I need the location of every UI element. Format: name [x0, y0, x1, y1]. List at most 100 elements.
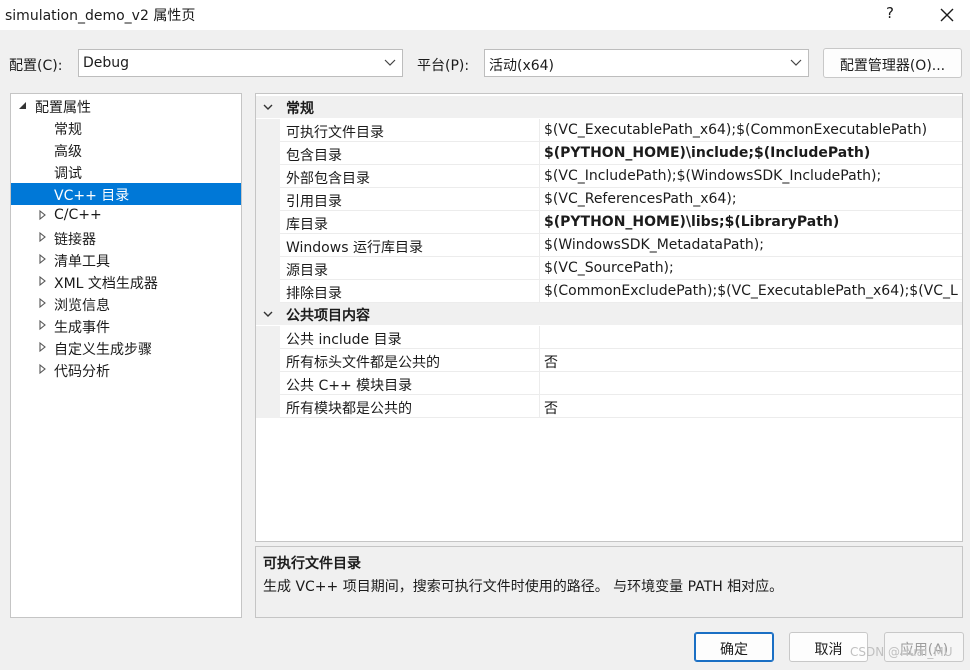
config-manager-button[interactable]: 配置管理器(O)...	[823, 48, 962, 78]
collapsed-triangle-icon[interactable]	[38, 275, 48, 287]
property-row[interactable]: 外部包含目录 $(VC_IncludePath);$(WindowsSDK_Inc…	[256, 165, 962, 188]
row-gutter	[256, 119, 280, 142]
tree-item-label: 高级	[54, 144, 82, 160]
property-value[interactable]: $(VC_ReferencesPath_x64);	[544, 191, 962, 207]
config-dropdown[interactable]: Debug	[78, 49, 403, 77]
property-value[interactable]: 否	[544, 398, 962, 418]
property-row[interactable]: 公共 include 目录	[256, 326, 962, 349]
column-separator	[539, 257, 540, 280]
property-row[interactable]: 所有模块都是公共的 否	[256, 395, 962, 418]
property-value[interactable]: $(WindowsSDK_MetadataPath);	[544, 237, 962, 253]
property-row[interactable]: 所有标头文件都是公共的 否	[256, 349, 962, 372]
property-row[interactable]: 源目录 $(VC_SourcePath);	[256, 257, 962, 280]
property-name: 源目录	[286, 263, 328, 279]
property-name: 所有模块都是公共的	[286, 401, 412, 417]
tree-item[interactable]: 生成事件	[11, 315, 241, 337]
column-separator	[539, 395, 540, 418]
tree-item[interactable]: 自定义生成步骤	[11, 337, 241, 359]
property-row[interactable]: Windows 运行库目录 $(WindowsSDK_MetadataPath);	[256, 234, 962, 257]
tree-item-label: 自定义生成步骤	[54, 342, 152, 358]
collapsed-triangle-icon[interactable]	[38, 319, 48, 331]
property-grid: 常规可执行文件目录 $(VC_ExecutablePath_x64);$(Comm…	[255, 93, 963, 542]
property-value[interactable]: $(PYTHON_HOME)\include;$(IncludePath)	[544, 145, 962, 161]
tree-item-label: 调试	[54, 166, 82, 182]
expanded-triangle-icon[interactable]	[18, 99, 28, 111]
column-separator	[539, 349, 540, 372]
property-row[interactable]: 包含目录 $(PYTHON_HOME)\include;$(IncludePath…	[256, 142, 962, 165]
tree-item[interactable]: 配置属性	[11, 95, 241, 117]
property-value[interactable]: $(VC_IncludePath);$(WindowsSDK_IncludePa…	[544, 168, 962, 184]
platform-label: 平台(P):	[417, 58, 470, 74]
tree-item-label: 生成事件	[54, 320, 110, 336]
property-row[interactable]: 可执行文件目录 $(VC_ExecutablePath_x64);$(Common…	[256, 119, 962, 142]
grid-category-label: 常规	[286, 101, 314, 117]
property-name: 库目录	[286, 217, 328, 233]
description-text: 生成 VC++ 项目期间，搜索可执行文件时使用的路径。 与环境变量 PATH 相…	[263, 579, 784, 595]
property-value[interactable]: $(CommonExcludePath);$(VC_ExecutablePath…	[544, 283, 962, 299]
description-pane: 可执行文件目录 生成 VC++ 项目期间，搜索可执行文件时使用的路径。 与环境变…	[255, 546, 963, 618]
collapsed-triangle-icon[interactable]	[38, 297, 48, 309]
row-gutter	[256, 165, 280, 188]
tree-item[interactable]: 清单工具	[11, 249, 241, 271]
tree-item-label: 浏览信息	[54, 298, 110, 314]
help-button[interactable]: ?	[880, 4, 900, 26]
chevron-down-icon	[384, 59, 396, 66]
tree-item[interactable]: C/C++	[11, 205, 241, 227]
tree-item[interactable]: XML 文档生成器	[11, 271, 241, 293]
grid-category[interactable]: 公共项目内容	[256, 303, 962, 325]
tree-item-label: 代码分析	[54, 364, 110, 380]
property-name: 排除目录	[286, 286, 342, 302]
description-title: 可执行文件目录	[263, 556, 361, 572]
chevron-down-icon[interactable]	[263, 102, 273, 112]
property-name: 包含目录	[286, 148, 342, 164]
chevron-down-icon[interactable]	[263, 309, 273, 319]
close-button[interactable]	[934, 2, 960, 28]
tree-item[interactable]: 浏览信息	[11, 293, 241, 315]
tree-item-label: XML 文档生成器	[54, 276, 158, 292]
row-gutter	[256, 326, 280, 349]
tree-item[interactable]: 调试	[11, 161, 241, 183]
column-separator	[539, 211, 540, 234]
row-gutter	[256, 234, 280, 257]
property-name: 可执行文件目录	[286, 125, 384, 141]
tree-item[interactable]: 链接器	[11, 227, 241, 249]
ok-button[interactable]: 确定	[694, 632, 774, 662]
property-row[interactable]: 库目录 $(PYTHON_HOME)\libs;$(LibraryPath)	[256, 211, 962, 234]
column-separator	[539, 119, 540, 142]
tree-item-label: 常规	[54, 122, 82, 138]
collapsed-triangle-icon[interactable]	[38, 341, 48, 353]
collapsed-triangle-icon[interactable]	[38, 363, 48, 375]
property-value[interactable]: 否	[544, 352, 962, 372]
tree-item-label: 配置属性	[35, 100, 91, 116]
property-value[interactable]: $(VC_ExecutablePath_x64);$(CommonExecuta…	[544, 122, 962, 138]
collapsed-triangle-icon[interactable]	[38, 231, 48, 243]
property-row[interactable]: 公共 C++ 模块目录	[256, 372, 962, 395]
column-separator	[539, 234, 540, 257]
tree-item[interactable]: 高级	[11, 139, 241, 161]
tree-item[interactable]: VC++ 目录	[11, 183, 241, 205]
row-gutter	[256, 211, 280, 234]
column-separator	[539, 372, 540, 395]
grid-category[interactable]: 常规	[256, 96, 962, 118]
platform-value: 活动(x64)	[489, 58, 555, 74]
config-label: 配置(C):	[9, 58, 63, 74]
tree-item[interactable]: 代码分析	[11, 359, 241, 381]
property-value[interactable]: $(VC_SourcePath);	[544, 260, 962, 276]
column-separator	[539, 326, 540, 349]
collapsed-triangle-icon[interactable]	[38, 253, 48, 265]
collapsed-triangle-icon[interactable]	[38, 209, 48, 221]
property-name: 引用目录	[286, 194, 342, 210]
property-row[interactable]: 排除目录 $(CommonExcludePath);$(VC_Executable…	[256, 280, 962, 303]
platform-dropdown[interactable]: 活动(x64)	[484, 49, 809, 77]
chevron-down-icon	[790, 59, 802, 66]
property-value[interactable]: $(PYTHON_HOME)\libs;$(LibraryPath)	[544, 214, 962, 230]
column-separator	[539, 188, 540, 211]
row-gutter	[256, 372, 280, 395]
property-tree: 配置属性常规高级调试 VC++ 目录 C/C++ 链接器 清单工具 XML 文档生成器 浏览…	[10, 93, 242, 618]
tree-item[interactable]: 常规	[11, 117, 241, 139]
watermark: CSDN @Huai_MU	[850, 645, 953, 659]
property-row[interactable]: 引用目录 $(VC_ReferencesPath_x64);	[256, 188, 962, 211]
property-name: Windows 运行库目录	[286, 240, 423, 256]
window-title: simulation_demo_v2 属性页	[5, 8, 196, 24]
title-bar: simulation_demo_v2 属性页 ?	[0, 0, 970, 30]
